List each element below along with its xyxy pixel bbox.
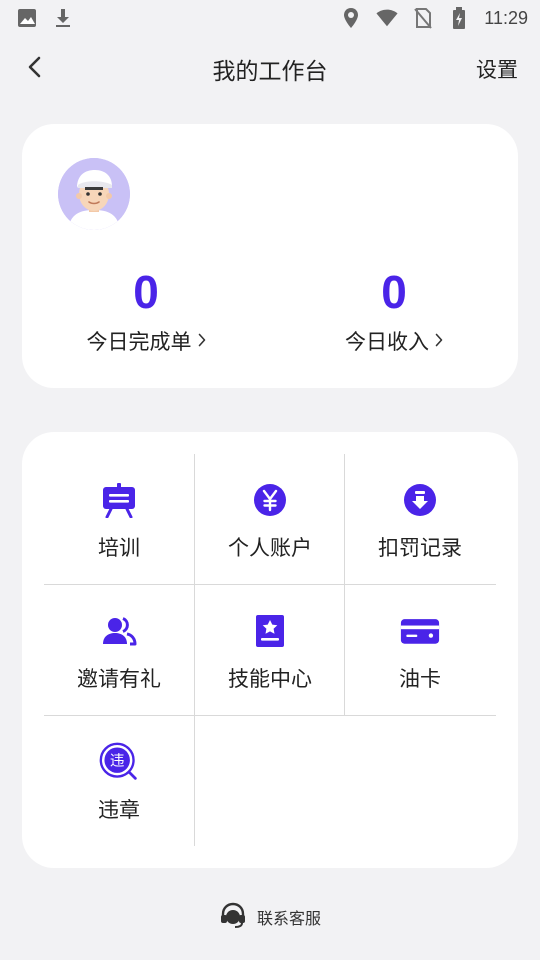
- stat-value: 0: [133, 266, 159, 318]
- stat-label: 今日完成单: [86, 330, 192, 354]
- back-button[interactable]: [20, 54, 48, 84]
- penalty-down-icon: [400, 480, 440, 520]
- avatar[interactable]: [58, 158, 130, 230]
- menu-item-label: 违章: [98, 798, 140, 822]
- menu-card: 培训 个人账户 扣罚记录 邀请有礼 技能中心 油卡 违 违章: [22, 432, 518, 868]
- image-icon: [16, 7, 38, 29]
- download-icon: [52, 7, 74, 29]
- fuel-card-icon: [400, 611, 440, 651]
- headset-icon: [219, 901, 247, 933]
- menu-item-penalty-records[interactable]: 扣罚记录: [345, 454, 495, 585]
- menu-item-violations[interactable]: 违 违章: [44, 716, 194, 847]
- battery-charging-icon: [448, 7, 470, 29]
- avatar-illustration: [58, 158, 130, 230]
- status-right: 11:29: [340, 7, 528, 29]
- menu-item-account[interactable]: 个人账户: [195, 454, 345, 585]
- status-time: 11:29: [484, 7, 528, 28]
- stat-today-orders: 0 今日完成单: [22, 264, 270, 356]
- menu-item-training[interactable]: 培训: [44, 454, 194, 585]
- menu-item-label: 油卡: [399, 667, 441, 691]
- profile-card: 0 今日完成单 0 今日收入: [22, 124, 518, 388]
- menu-item-fuel-card[interactable]: 油卡: [345, 585, 495, 716]
- violation-search-icon: 违: [99, 742, 139, 782]
- status-left: [16, 7, 74, 29]
- today-income-link[interactable]: 今日收入: [345, 326, 443, 356]
- nav-bar: 我的工作台 设置: [0, 40, 540, 98]
- yuan-coin-icon: [250, 480, 290, 520]
- invite-users-icon: [99, 611, 139, 651]
- menu-item-skill-center[interactable]: 技能中心: [195, 585, 345, 716]
- stat-value: 0: [381, 266, 407, 318]
- menu-item-label: 技能中心: [228, 667, 312, 691]
- chevron-left-icon: [26, 55, 42, 83]
- menu-item-invite[interactable]: 邀请有礼: [44, 585, 194, 716]
- stat-today-income: 0 今日收入: [270, 264, 518, 356]
- menu-item-label: 个人账户: [228, 536, 312, 560]
- menu-grid: 培训 个人账户 扣罚记录 邀请有礼 技能中心 油卡 违 违章: [44, 454, 496, 846]
- location-icon: [340, 7, 362, 29]
- svg-text:违: 违: [110, 753, 125, 770]
- menu-item-label: 邀请有礼: [77, 667, 161, 691]
- no-sim-icon: [412, 7, 434, 29]
- settings-button[interactable]: 设置: [476, 54, 518, 84]
- chevron-right-icon: [198, 331, 206, 352]
- skill-certificate-icon: [250, 611, 290, 651]
- chevron-right-icon: [435, 331, 443, 352]
- stat-label: 今日收入: [345, 330, 429, 354]
- training-board-icon: [99, 480, 139, 520]
- page-title: 我的工作台: [212, 59, 328, 85]
- menu-item-label: 培训: [98, 536, 140, 560]
- contact-service-button[interactable]: 联系客服: [0, 898, 540, 936]
- status-bar: 11:29: [0, 0, 540, 36]
- today-orders-link[interactable]: 今日完成单: [87, 326, 206, 356]
- menu-item-label: 扣罚记录: [378, 536, 462, 560]
- wifi-icon: [376, 7, 398, 29]
- contact-service-label: 联系客服: [256, 909, 321, 928]
